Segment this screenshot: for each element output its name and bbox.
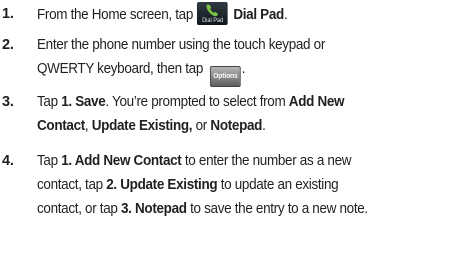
step-line: Contact, Update Existing, or Notepad. — [37, 114, 446, 138]
text-run: to save the entry to a new note. — [186, 201, 368, 217]
text-run: to update an existing — [217, 177, 339, 193]
bold-run: Update Existing, — [91, 118, 193, 134]
step-text: From the Home screen, tap Dial Pad Dial … — [37, 2, 446, 26]
phone-handset-icon — [206, 4, 219, 17]
dial-pad-icon[interactable]: Dial Pad — [197, 2, 229, 25]
step-line: From the Home screen, tap Dial Pad Dial … — [37, 2, 446, 26]
step-text: Tap 1. Save. You’re prompted to select f… — [37, 90, 446, 138]
step-line: QWERTY keyboard, then tap Options. — [37, 57, 446, 87]
step-number: 1. — [2, 6, 14, 22]
step-line: contact, or tap 3. Notepad to save the e… — [37, 197, 446, 221]
step-number: 4. — [2, 153, 14, 169]
step-line: Enter the phone number using the touch k… — [37, 33, 446, 57]
bold-run: 1. Save — [61, 94, 106, 110]
step-line: Tap 1. Add New Contact to enter the numb… — [37, 149, 446, 173]
text-run: to enter the number as a new — [181, 153, 352, 169]
bold-run: Notepad — [210, 118, 263, 134]
bold-run: Dial Pad — [233, 7, 284, 23]
text-run: or — [192, 118, 211, 134]
step-text: Tap 1. Add New Contact to enter the numb… — [37, 149, 446, 221]
text-run: . — [262, 118, 266, 134]
bold-run: 1. Add New Contact — [61, 153, 182, 169]
text-run: contact, tap — [37, 177, 107, 193]
text-run: Enter the phone number using the touch k… — [37, 37, 325, 53]
dial-pad-icon-caption: Dial Pad — [202, 18, 224, 24]
step-line: contact, tap 2. Update Existing to updat… — [37, 173, 446, 197]
bold-run: Add New — [288, 94, 345, 110]
text-run: contact, or tap — [37, 201, 122, 217]
step-line: Tap 1. Save. You’re prompted to select f… — [37, 90, 446, 114]
options-button[interactable]: Options — [210, 66, 241, 87]
step-text: Enter the phone number using the touch k… — [37, 33, 446, 87]
step-number: 2. — [2, 37, 14, 53]
text-run: QWERTY keyboard, then tap — [37, 61, 207, 77]
text-run: . — [241, 61, 246, 77]
instruction-page: 1. From the Home screen, tap Dial Pad Di… — [0, 0, 475, 254]
text-run: . — [283, 7, 288, 23]
text-run: From the Home screen, tap — [37, 7, 197, 23]
text-run: Tap — [37, 94, 62, 110]
text-run: . You’re prompted to select from — [105, 94, 289, 110]
step-number: 3. — [2, 94, 14, 110]
text-run: , — [84, 118, 92, 134]
bold-run: 3. Notepad — [121, 201, 187, 217]
bold-run: 2. Update Existing — [106, 177, 218, 193]
text-run: Tap — [37, 153, 62, 169]
bold-run: Contact — [37, 118, 85, 134]
